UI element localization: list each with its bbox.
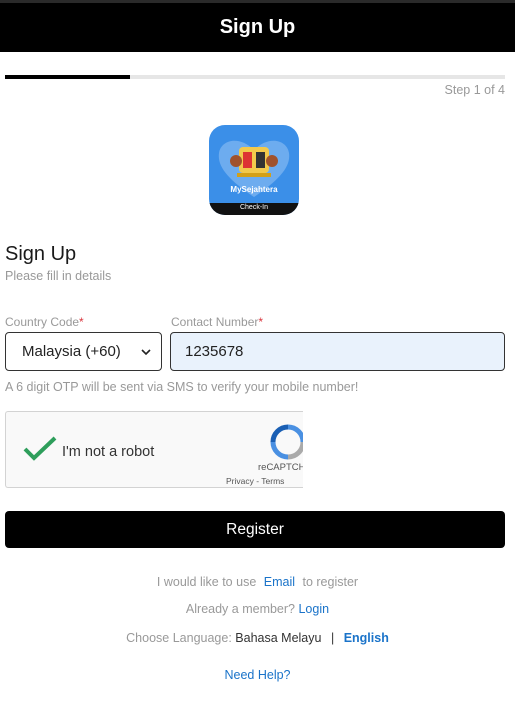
- language-separator: |: [330, 631, 335, 645]
- country-code-label-text: Country Code: [5, 315, 80, 329]
- logo-subtext: Check-In: [239, 204, 268, 211]
- required-mark: *: [258, 315, 264, 329]
- country-code-value: Malaysia (+60): [22, 343, 121, 360]
- header-title: Sign Up: [219, 16, 296, 38]
- chevron-down-icon: [141, 348, 151, 355]
- country-code-label: Country Code*: [5, 315, 84, 329]
- country-code-select[interactable]: Malaysia (+60): [5, 332, 162, 371]
- register-button[interactable]: Register: [5, 511, 505, 548]
- app-logo: MySejahtera Check-In: [209, 125, 299, 215]
- member-text: Already a member?: [185, 602, 295, 616]
- language-label: Choose Language:: [126, 631, 232, 645]
- language-line: Choose Language: Bahasa Melayu | English: [0, 631, 515, 645]
- progress-bar: [5, 75, 505, 79]
- member-line: Already a member? Login: [0, 602, 515, 616]
- form-subtitle: Please fill in details: [5, 269, 112, 283]
- header-bar: Sign Up: [0, 0, 515, 52]
- contact-number-label: Contact Number*: [171, 315, 263, 329]
- recaptcha-links[interactable]: Privacy - Terms: [226, 476, 284, 486]
- recaptcha-label: I'm not a robot: [62, 444, 155, 460]
- login-link[interactable]: Login: [298, 602, 329, 616]
- form-title: Sign Up: [5, 243, 77, 265]
- otp-hint: A 6 digit OTP will be sent via SMS to ve…: [5, 380, 359, 394]
- contact-number-label-text: Contact Number: [171, 315, 259, 329]
- recaptcha-widget: I'm not a robot reCAPTCHA Privacy - Term…: [5, 411, 303, 488]
- required-mark: *: [79, 315, 84, 329]
- help-line: Need Help?: [0, 668, 515, 682]
- need-help-link[interactable]: Need Help?: [224, 668, 290, 682]
- alt-register-line: I would like to use Email to register: [0, 575, 515, 589]
- progress-fill: [5, 75, 130, 79]
- email-link[interactable]: Email: [264, 575, 295, 589]
- checkmark-icon[interactable]: [22, 434, 58, 464]
- alt-register-prefix: I would like to use: [156, 575, 257, 589]
- contact-number-value: 1235678: [185, 343, 244, 360]
- app-logo-graphic: [209, 125, 299, 215]
- alt-register-suffix: to register: [302, 575, 359, 589]
- recaptcha-logo-icon: [270, 424, 303, 460]
- recaptcha-brand: reCAPTCHA: [258, 462, 303, 473]
- step-label: Step 1 of 4: [444, 83, 505, 97]
- contact-number-input[interactable]: 1235678: [170, 332, 505, 371]
- logo-text: MySejahtera: [230, 185, 278, 194]
- language-option-english[interactable]: English: [344, 631, 389, 645]
- language-option-malay[interactable]: Bahasa Melayu: [235, 631, 321, 645]
